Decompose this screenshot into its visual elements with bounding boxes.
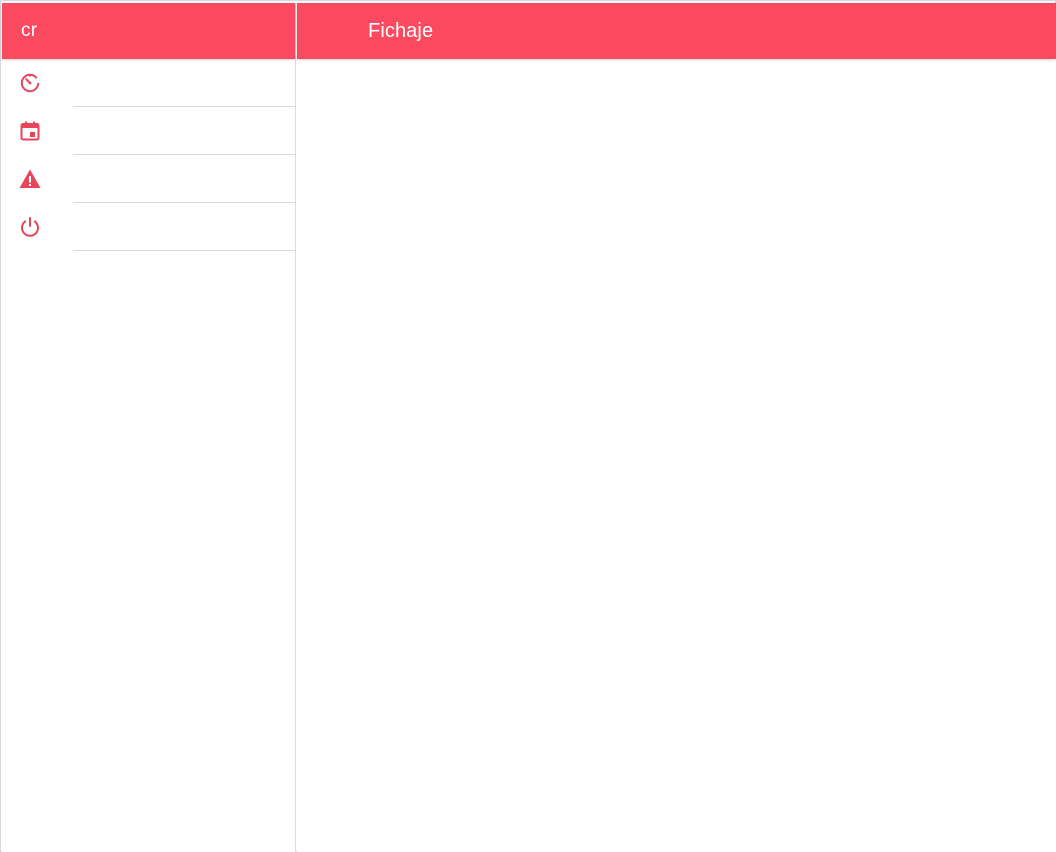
- app-window: cr Fichaje: [0, 0, 1056, 852]
- page-title: Fichaje: [368, 19, 434, 42]
- menu-item-power[interactable]: [2, 203, 295, 251]
- menu-item-warning[interactable]: [2, 155, 295, 203]
- main-content: [297, 59, 1056, 852]
- timer-icon: [2, 71, 58, 95]
- calendar-icon: [2, 119, 58, 143]
- side-menu: cr: [2, 3, 296, 852]
- main-toolbar: Fichaje: [297, 3, 1056, 59]
- menu-item-timer[interactable]: [2, 59, 295, 107]
- main-panel: Fichaje: [297, 3, 1056, 852]
- side-menu-title: cr: [21, 20, 38, 41]
- side-menu-toolbar: cr: [2, 3, 295, 59]
- menu-item-calendar[interactable]: [2, 107, 295, 155]
- side-menu-list: [2, 59, 295, 251]
- power-icon: [2, 215, 58, 239]
- warning-icon: [2, 167, 58, 191]
